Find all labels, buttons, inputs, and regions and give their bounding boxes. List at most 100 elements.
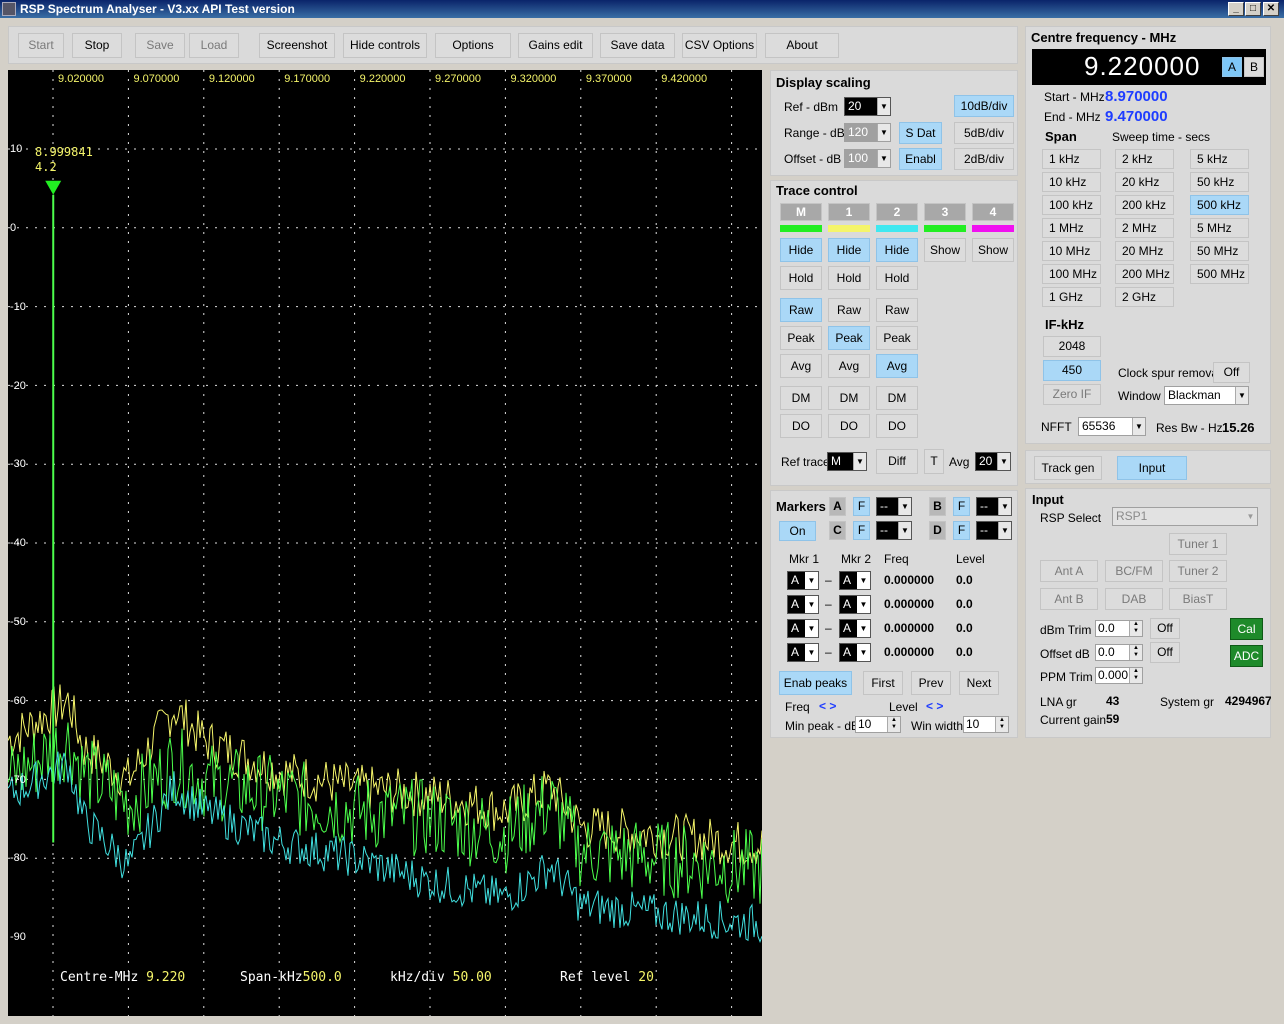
marker-row-mkr1-select[interactable]: A ▼ [787, 643, 819, 662]
options-button[interactable]: Options [435, 33, 511, 58]
tuner2-button[interactable]: Tuner 2 [1169, 560, 1227, 582]
marker-b-select[interactable]: -- ▼ [976, 497, 1012, 516]
hide-controls-button[interactable]: Hide controls [343, 33, 427, 58]
span-1-mhz-button[interactable]: 1 MHz [1042, 218, 1101, 238]
clock-spur-button[interactable]: Off [1213, 362, 1250, 383]
trace-M-header[interactable]: M [780, 203, 822, 221]
trace-1-visibility-button[interactable]: Hide [828, 238, 870, 262]
span-2-khz-button[interactable]: 2 kHz [1115, 149, 1174, 169]
trace-1-avg-button[interactable]: Avg [828, 354, 870, 378]
span-100-khz-button[interactable]: 100 kHz [1042, 195, 1101, 215]
trace-2-peak-button[interactable]: Peak [876, 326, 918, 350]
close-icon[interactable]: ✕ [1263, 2, 1279, 16]
spin-arrows-icon[interactable]: ▲ ▼ [1129, 645, 1142, 660]
marker-c-select[interactable]: -- ▼ [876, 521, 912, 540]
offset-db-off-button[interactable]: Off [1150, 642, 1180, 663]
marker-row-mkr2-select[interactable]: A ▼ [839, 643, 871, 662]
vfo-b-button[interactable]: B [1244, 57, 1264, 77]
span-200-khz-button[interactable]: 200 kHz [1115, 195, 1174, 215]
2db-div-button[interactable]: 2dB/div [954, 148, 1014, 170]
span-500-khz-button[interactable]: 500 kHz [1190, 195, 1249, 215]
trace-1-do-button[interactable]: DO [828, 414, 870, 438]
if-450-button[interactable]: 450 [1043, 360, 1101, 381]
span-20-mhz-button[interactable]: 20 MHz [1115, 241, 1174, 261]
trace-M-raw-button[interactable]: Raw [780, 298, 822, 322]
span-1-khz-button[interactable]: 1 kHz [1042, 149, 1101, 169]
trace-M-visibility-button[interactable]: Hide [780, 238, 822, 262]
minimize-icon[interactable]: _ [1228, 2, 1244, 16]
dbm-trim-off-button[interactable]: Off [1150, 618, 1180, 639]
spin-arrows-icon[interactable]: ▲ ▼ [887, 717, 900, 732]
enab-peaks-button[interactable]: Enab peaks [779, 671, 852, 695]
start-button[interactable]: Start [18, 33, 64, 58]
bcfm-button[interactable]: BC/FM [1105, 560, 1163, 582]
dbm-trim-spinner[interactable]: 0.0 ▲ ▼ [1095, 620, 1143, 637]
trace-M-dm-button[interactable]: DM [780, 386, 822, 410]
track-gen-button[interactable]: Track gen [1034, 456, 1102, 480]
spin-arrows-icon[interactable]: ▲ ▼ [1129, 668, 1142, 683]
peak-level-arrows[interactable]: < > [926, 699, 943, 713]
5db-div-button[interactable]: 5dB/div [954, 122, 1014, 144]
start-mhz-value[interactable]: 8.970000 [1105, 88, 1168, 105]
span-10-khz-button[interactable]: 10 kHz [1042, 172, 1101, 192]
spectrum-plot[interactable] [8, 70, 762, 1016]
csv-options-button[interactable]: CSV Options [682, 33, 757, 58]
gains-edit-button[interactable]: Gains edit [518, 33, 593, 58]
prev-button[interactable]: Prev [911, 671, 951, 695]
marker-row-mkr2-select[interactable]: A ▼ [839, 571, 871, 590]
offset-db-select[interactable]: 100 ▼ [844, 149, 891, 168]
trace-M-avg-button[interactable]: Avg [780, 354, 822, 378]
marker-row-mkr1-select[interactable]: A ▼ [787, 571, 819, 590]
trace-2-do-button[interactable]: DO [876, 414, 918, 438]
adc-button[interactable]: ADC [1230, 645, 1263, 667]
marker-c-f-button[interactable]: F [853, 521, 870, 540]
marker-row-mkr1-select[interactable]: A ▼ [787, 595, 819, 614]
marker-a-f-button[interactable]: F [853, 497, 870, 516]
end-mhz-value[interactable]: 9.470000 [1105, 108, 1168, 125]
sdat-button[interactable]: S Dat [899, 122, 942, 144]
trace-M-peak-button[interactable]: Peak [780, 326, 822, 350]
trace-M-hold-button[interactable]: Hold [780, 266, 822, 290]
centre-frequency-display[interactable]: 9.220000 A B [1032, 49, 1266, 85]
span-50-mhz-button[interactable]: 50 MHz [1190, 241, 1249, 261]
range-db-select[interactable]: 120 ▼ [844, 123, 891, 142]
marker-a-button[interactable]: A [829, 497, 846, 516]
spin-arrows-icon[interactable]: ▲ ▼ [995, 717, 1008, 732]
marker-d-button[interactable]: D [929, 521, 946, 540]
if-2048-button[interactable]: 2048 [1043, 336, 1101, 357]
trace-4-header[interactable]: 4 [972, 203, 1014, 221]
trace-3-header[interactable]: 3 [924, 203, 966, 221]
marker-row-mkr2-select[interactable]: A ▼ [839, 595, 871, 614]
marker-d-f-button[interactable]: F [953, 521, 970, 540]
window-select[interactable]: Blackman ▼ [1164, 386, 1249, 405]
span-1-ghz-button[interactable]: 1 GHz [1042, 287, 1101, 307]
marker-row-mkr1-select[interactable]: A ▼ [787, 619, 819, 638]
enabl-button[interactable]: Enabl [899, 148, 942, 170]
restore-icon[interactable]: □ [1245, 2, 1261, 16]
trace-1-header[interactable]: 1 [828, 203, 870, 221]
trace-M-do-button[interactable]: DO [780, 414, 822, 438]
trace-1-peak-button[interactable]: Peak [828, 326, 870, 350]
span-10-mhz-button[interactable]: 10 MHz [1042, 241, 1101, 261]
span-50-khz-button[interactable]: 50 kHz [1190, 172, 1249, 192]
peak-marker-icon[interactable] [45, 180, 62, 195]
span-5-mhz-button[interactable]: 5 MHz [1190, 218, 1249, 238]
span-2-mhz-button[interactable]: 2 MHz [1115, 218, 1174, 238]
span-20-khz-button[interactable]: 20 kHz [1115, 172, 1174, 192]
t-button[interactable]: T [924, 449, 944, 474]
marker-b-f-button[interactable]: F [953, 497, 970, 516]
ref-dbm-select[interactable]: 20 ▼ [844, 97, 891, 116]
spin-arrows-icon[interactable]: ▲ ▼ [1129, 621, 1142, 636]
span-100-mhz-button[interactable]: 100 MHz [1042, 264, 1101, 284]
min-peak-spinner[interactable]: 10 ▲ ▼ [855, 716, 901, 733]
span-5-khz-button[interactable]: 5 kHz [1190, 149, 1249, 169]
span-500-mhz-button[interactable]: 500 MHz [1190, 264, 1249, 284]
tuner1-button[interactable]: Tuner 1 [1169, 533, 1227, 555]
ppm-trim-spinner[interactable]: 0.000 ▲ ▼ [1095, 667, 1143, 684]
save-data-button[interactable]: Save data [600, 33, 675, 58]
dab-button[interactable]: DAB [1105, 588, 1163, 610]
biast-button[interactable]: BiasT [1169, 588, 1227, 610]
trace-2-dm-button[interactable]: DM [876, 386, 918, 410]
avg-select[interactable]: 20 ▼ [975, 452, 1011, 471]
input-tab-button[interactable]: Input [1117, 456, 1187, 480]
